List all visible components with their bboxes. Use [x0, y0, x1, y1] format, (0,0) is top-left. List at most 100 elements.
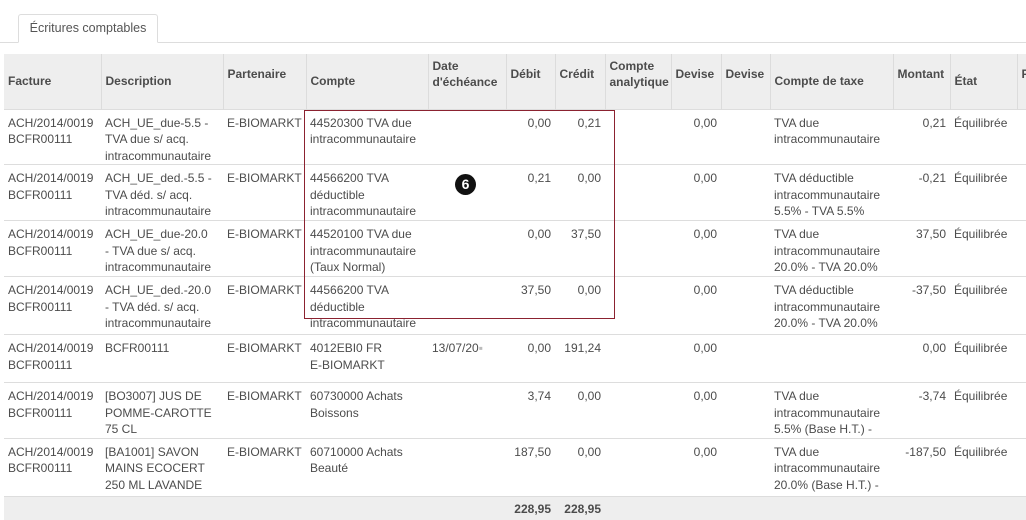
cell-compte-taxe — [770, 334, 893, 383]
redacted-mark: ▪ — [478, 341, 483, 355]
compte-line: intracommunautaire — [310, 316, 417, 330]
cell-devise: 0,00 — [671, 220, 721, 277]
col-header-devise-2[interactable]: Devise — [721, 54, 771, 109]
col-header-description[interactable]: Description — [101, 54, 224, 109]
cell-date — [428, 437, 506, 496]
cell-facture: ACH/2014/0019 BCFR00111 — [4, 437, 101, 496]
cell-etat: Équilibrée — [950, 220, 1017, 277]
cell-compte: 44520300 TVA due intracommunautaire — [306, 108, 428, 165]
description-line: [BO3007] JUS DE — [105, 389, 202, 403]
compte-line: 60710000 Achats — [310, 444, 403, 459]
facture-line: ACH/2014/0019 — [8, 115, 94, 130]
compte-line: intracommunautaire — [310, 243, 417, 258]
description-line: intracommunautaire — [105, 204, 212, 218]
cell-description: ACH_UE_ded.-5.5 - TVA déd. s/ acq. intraco… — [101, 164, 223, 221]
col-header-facture[interactable]: Facture — [4, 54, 102, 109]
compte-line: Beauté — [310, 461, 349, 475]
col-header-compte-analytique[interactable]: Compte analytique — [605, 54, 672, 109]
cell-extra — [1017, 437, 1026, 496]
facture-line: ACH/2014/0019 — [8, 444, 94, 459]
description-line: - TVA déd. s/ acq. — [105, 299, 200, 314]
cell-compte-analytique — [605, 108, 671, 165]
cell-debit: 0,00 — [506, 334, 555, 383]
facture-line: ACH/2014/0019 — [8, 227, 94, 241]
description-line: MAINS ECOCERT — [105, 461, 205, 475]
cell-compte: 44520100 TVA due intracommunautaire (Taux … — [306, 220, 428, 277]
taxe-line: TVA déductible — [774, 283, 854, 297]
table-row[interactable]: ACH/2014/0019 BCFR00111 BCFR00111 E-BIOMARK… — [4, 334, 1026, 383]
cell-etat: Équilibrée — [950, 108, 1017, 165]
table-row[interactable]: ACH/2014/0019 BCFR00111 ACH_UE_ded.-20.0 - … — [4, 276, 1026, 335]
facture-line: BCFR00111 — [8, 132, 73, 146]
cell-date — [428, 108, 506, 165]
cell-facture: ACH/2014/0019 BCFR00111 — [4, 382, 101, 438]
cell-description: ACH_UE_ded.-20.0 - TVA déd. s/ acq. intrac… — [101, 276, 223, 335]
table-row[interactable]: ACH/2014/0019 BCFR00111 ACH_UE_due-20.0 - T… — [4, 220, 1026, 277]
col-header-compte-taxe[interactable]: Compte de taxe — [770, 54, 894, 109]
col-header-date-echeance[interactable]: Date d'échéance — [428, 54, 507, 109]
cell-description: ACH_UE_due-5.5 - TVA due s/ acq. intracomm… — [101, 108, 223, 165]
cell-debit: 3,74 — [506, 382, 555, 438]
col-header-debit[interactable]: Débit — [506, 54, 556, 109]
cell-montant: -37,50 — [893, 276, 950, 335]
cell-compte-analytique — [605, 220, 671, 277]
table-header-row: Facture Description Partenaire Compte Da… — [4, 54, 1026, 109]
description-line: TVA déd. s/ acq. — [105, 187, 193, 202]
col-header-credit[interactable]: Crédit — [555, 54, 606, 109]
cell-debit: 187,50 — [506, 437, 555, 496]
table-row[interactable]: ACH/2014/0019 BCFR00111 ACH_UE_due-5.5 - TV… — [4, 108, 1026, 165]
description-line: POMME-CAROTTE — [105, 405, 212, 420]
cell-compte: 44566200 TVA déductible intracommunautaire — [306, 164, 428, 221]
cell-facture: ACH/2014/0019 BCFR00111 — [4, 334, 101, 383]
col-header-etat[interactable]: État — [950, 54, 1018, 109]
taxe-line: TVA due — [774, 115, 820, 130]
description-line: ACH_UE_ded.-5.5 - — [105, 171, 212, 185]
compte-line: intracommunautaire — [310, 132, 417, 146]
cell-montant: -0,21 — [893, 164, 950, 221]
description-line: 75 CL — [105, 422, 138, 436]
cell-etat: Équilibrée — [950, 164, 1017, 221]
compte-line: 44566200 TVA — [310, 283, 389, 297]
cell-debit: 0,21 — [506, 164, 555, 221]
col-header-extra[interactable]: F — [1017, 54, 1026, 109]
cell-devise-2 — [721, 108, 770, 165]
col-header-compte[interactable]: Compte — [306, 54, 429, 109]
cell-credit: 0,00 — [555, 437, 605, 496]
table-row[interactable]: ACH/2014/0019 BCFR00111 [BO3007] JUS DE POM… — [4, 382, 1026, 438]
cell-extra — [1017, 382, 1026, 438]
taxe-line: TVA déductible — [774, 171, 854, 185]
description-line: intracommunautaire — [105, 148, 212, 163]
facture-line: BCFR00111 — [8, 299, 73, 314]
cell-description: [BA1001] SAVON MAINS ECOCERT 250 ML LAVAND… — [101, 437, 223, 496]
compte-line: 4012EBI0 FR — [310, 341, 383, 355]
cell-credit: 0,00 — [555, 276, 605, 335]
col-header-montant[interactable]: Montant — [893, 54, 951, 109]
compte-line: 44566200 TVA — [310, 171, 389, 185]
cell-debit: 0,00 — [506, 108, 555, 165]
table-row[interactable]: ACH/2014/0019 BCFR00111 ACH_UE_ded.-5.5 - T… — [4, 164, 1026, 221]
facture-line: ACH/2014/0019 — [8, 389, 94, 403]
col-header-devise[interactable]: Devise — [671, 54, 722, 109]
description-line: ACH_UE_due-5.5 - — [105, 115, 209, 130]
cell-partenaire: E-BIOMARKT — [223, 437, 306, 496]
total-credit: 228,95 — [555, 495, 605, 520]
tab-ecritures-comptables[interactable]: Écritures comptables — [18, 14, 158, 43]
cell-description: BCFR00111 — [101, 334, 223, 383]
tab-bar: Écritures comptables — [0, 0, 1026, 43]
taxe-line: 20.0% - TVA 20.0% — [774, 260, 878, 274]
col-header-partenaire[interactable]: Partenaire — [223, 54, 307, 109]
cell-compte: 44566200 TVA déductible intracommunautaire — [306, 276, 428, 335]
facture-line: BCFR00111 — [8, 187, 73, 202]
cell-compte-taxe: TVA due intracommunautaire 20.0% (Base H.T… — [770, 437, 893, 496]
description-line: TVA due s/ acq. — [105, 132, 189, 146]
cell-devise-2 — [721, 437, 770, 496]
table-row[interactable]: ACH/2014/0019 BCFR00111 [BA1001] SAVON MAIN… — [4, 437, 1026, 496]
compte-line: 60730000 Achats — [310, 389, 403, 403]
cell-facture: ACH/2014/0019 BCFR00111 — [4, 164, 101, 221]
facture-line: ACH/2014/0019 — [8, 341, 94, 355]
cell-etat: Équilibrée — [950, 437, 1017, 496]
cell-devise: 0,00 — [671, 437, 721, 496]
cell-date — [428, 382, 506, 438]
cell-compte: 60730000 Achats Boissons — [306, 382, 428, 438]
description-line: - TVA due s/ acq. — [105, 243, 196, 258]
